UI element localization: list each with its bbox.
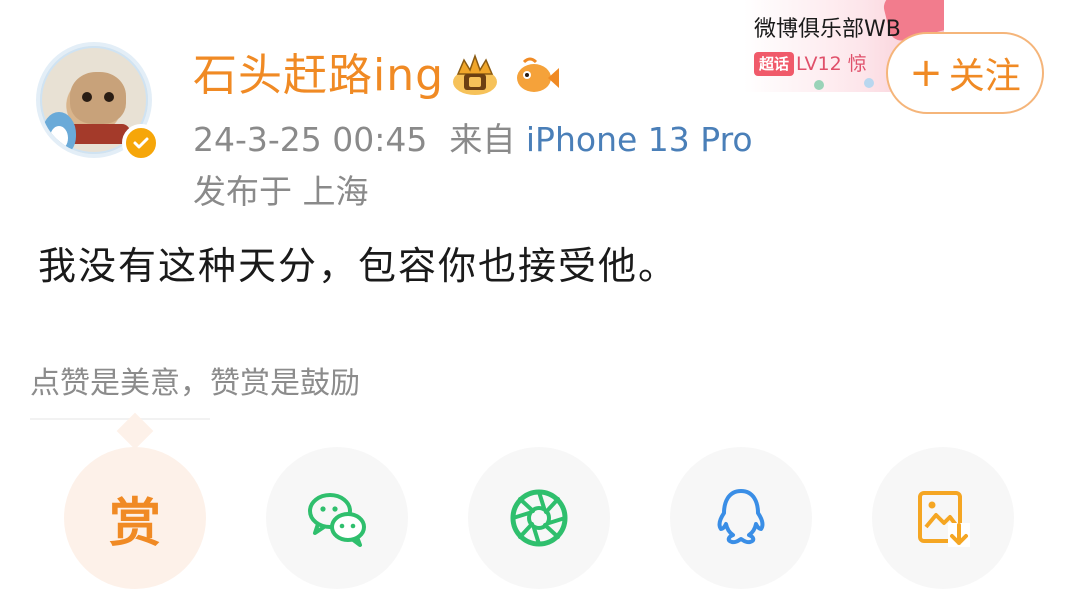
moments-icon: [510, 489, 568, 547]
verified-badge-icon: [122, 124, 160, 162]
reward-button[interactable]: 赏: [64, 447, 206, 589]
post-meta: 24-3-25 00:45 来自 iPhone 13 Pro: [193, 118, 753, 162]
author-name[interactable]: 石头赶路ing: [193, 48, 444, 104]
share-qq-button[interactable]: [670, 447, 812, 589]
avatar[interactable]: [30, 38, 160, 166]
qq-icon: [717, 489, 765, 545]
device-link[interactable]: iPhone 13 Pro: [526, 120, 753, 159]
club-level: LV12 惊: [796, 53, 867, 75]
follow-button[interactable]: + 关注: [886, 32, 1044, 114]
fish-badge-icon[interactable]: [514, 56, 560, 96]
post-datetime: 24-3-25 00:45: [193, 120, 428, 159]
crown-badge-icon[interactable]: [450, 52, 500, 98]
post-location: 发布于 上海: [193, 172, 369, 211]
follow-label: 关注: [948, 56, 1021, 97]
source-prefix: 来自: [449, 120, 516, 159]
supertopic-tag: 超话: [754, 52, 795, 76]
wechat-icon: [308, 493, 366, 547]
save-image-button[interactable]: [872, 447, 1014, 589]
share-moments-button[interactable]: [468, 447, 610, 589]
club-title: 微博俱乐部WB: [754, 17, 901, 42]
plus-icon: +: [909, 50, 943, 96]
reward-button-label: 赏: [108, 493, 161, 554]
post-text: 我没有这种天分，包容你也接受他。: [38, 244, 679, 288]
save-image-icon: [918, 491, 970, 547]
share-wechat-button[interactable]: [266, 447, 408, 589]
divider: [30, 418, 210, 420]
reward-hint: 点赞是美意，赞赏是鼓励: [30, 366, 360, 401]
